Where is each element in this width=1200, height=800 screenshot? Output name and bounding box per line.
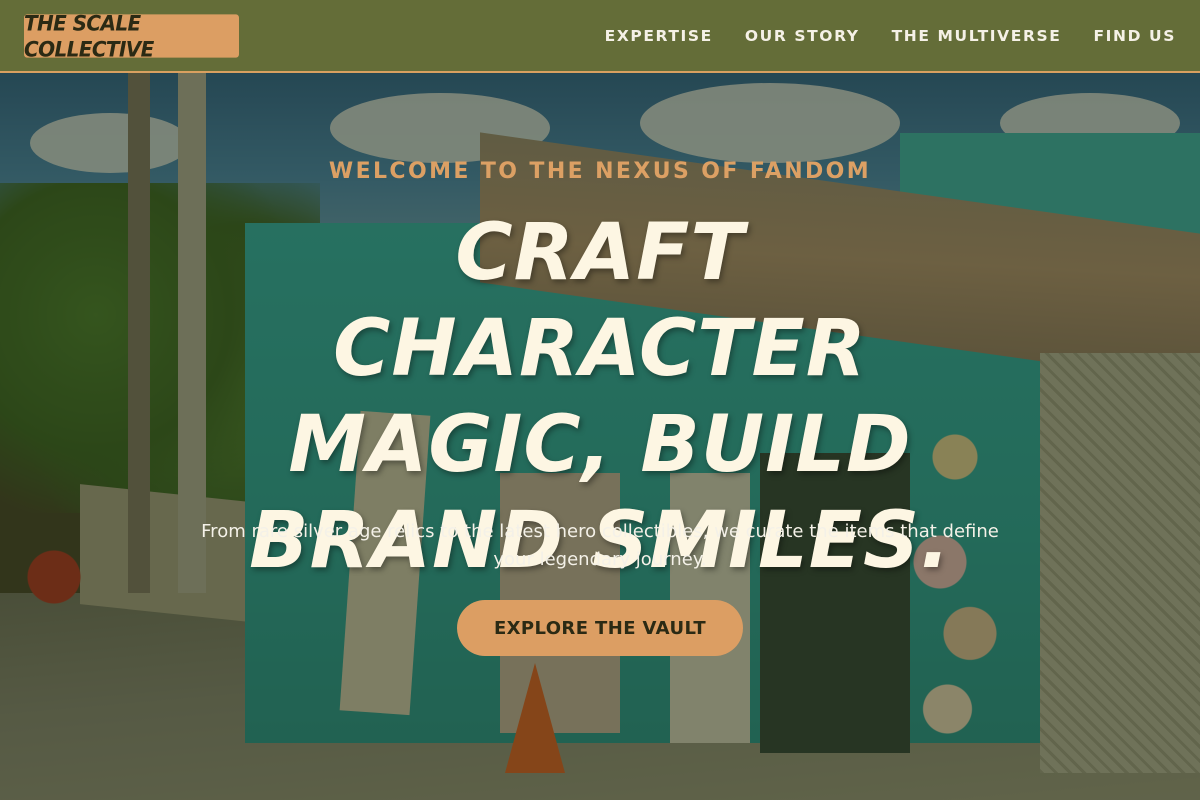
logo[interactable]: THE SCALE COLLECTIVE xyxy=(24,10,239,62)
hero-content: WELCOME TO THE NEXUS OF FANDOM CRAFT CHA… xyxy=(0,73,1200,800)
nav-link-expertise[interactable]: EXPERTISE xyxy=(605,27,713,45)
hero-section: WELCOME TO THE NEXUS OF FANDOM CRAFT CHA… xyxy=(0,73,1200,800)
nav-link-find-us[interactable]: FIND US xyxy=(1093,27,1176,45)
nav-link-our-story[interactable]: OUR STORY xyxy=(745,27,860,45)
hero-kicker: WELCOME TO THE NEXUS OF FANDOM xyxy=(328,159,872,184)
explore-vault-button[interactable]: EXPLORE THE VAULT xyxy=(457,600,743,656)
nav-link-the-multiverse[interactable]: THE MULTIVERSE xyxy=(892,27,1062,45)
site-header: THE SCALE COLLECTIVE EXPERTISE OUR STORY… xyxy=(0,0,1200,73)
main-nav: EXPERTISE OUR STORY THE MULTIVERSE FIND … xyxy=(573,0,1176,72)
hero-subtext: From rare silver age relics to the lates… xyxy=(201,521,999,570)
